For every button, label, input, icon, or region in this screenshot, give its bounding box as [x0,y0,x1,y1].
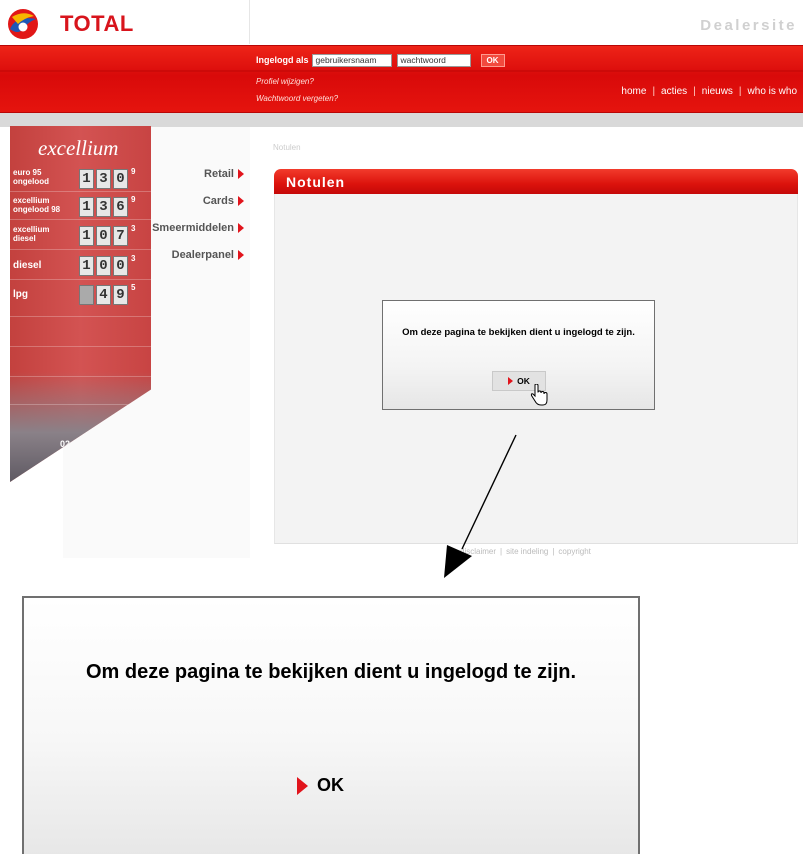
total-logo[interactable]: TOTAL [6,4,134,44]
board-band [10,249,151,250]
arrow-right-icon [238,250,244,260]
digit: 7 [113,226,128,246]
board-band [10,279,151,280]
brand-name: TOTAL [60,11,134,36]
hand-cursor-icon [530,383,548,411]
sidenav-item-label: Smeermiddelen [152,222,234,234]
digit: 0 [113,256,128,276]
board-band [10,376,151,377]
top-nav: home | acties | nieuws | who is who [621,86,797,97]
profile-link[interactable]: Profiel wijzigen? [256,77,314,86]
board-band [10,316,151,317]
price-digits: 1 3 6 9 [79,195,136,217]
zoomed-dialog: Om deze pagina te bekijken dient u ingel… [22,596,640,854]
sidenav-item-label: Dealerpanel [171,249,234,261]
footer-links: disclaimer | site indeling | copyright [460,547,591,556]
dialog-message: Om deze pagina te bekijken dient u ingel… [402,327,635,338]
grey-strip [0,113,803,127]
sidenav-item-retail[interactable]: Retail [152,167,244,181]
sidenav-item-label: Cards [202,195,234,207]
footer-separator: | [500,547,503,556]
nav-separator: | [693,86,696,97]
footer-disclaimer-link[interactable]: disclaimer [460,547,496,556]
board-band [10,219,151,220]
site-title: Dealersite [700,17,797,34]
excellium-logo: excellium [38,136,119,160]
panel-header: Notulen [274,169,798,194]
price-digits: 1 0 0 3 [79,254,136,276]
digit: 1 [79,197,94,217]
zoomed-ok-button[interactable]: OK [297,775,344,796]
fuel-label: excellium diesel [13,225,50,243]
digit [79,285,94,305]
page-title: Notulen [286,174,346,190]
footer-site-indeling-link[interactable]: site indeling [506,547,548,556]
sidenav-item-cards[interactable]: Cards [152,194,244,208]
digit: 3 [96,197,111,217]
price-row: euro 95 ongelood 1 3 0 9 [10,167,151,190]
nav-home[interactable]: home [621,86,646,97]
price-fraction: 9 [131,167,136,176]
price-row: excellium diesel 1 0 7 3 [10,224,151,247]
zoomed-ok-label: OK [317,775,344,795]
price-row: lpg 4 9 5 [10,283,151,306]
arrow-right-icon [508,377,514,385]
login-label: Ingelogd als [256,55,309,65]
digit: 0 [113,169,128,189]
fuel-label: lpg [13,289,28,300]
zoomed-dialog-message: Om deze pagina te bekijken dient u ingel… [85,661,577,683]
price-digits: 4 9 5 [79,283,136,305]
sidenav-item-smeermiddelen[interactable]: Smeermiddelen [152,221,244,235]
nav-separator: | [652,86,656,97]
nav-nieuws[interactable]: nieuws [702,86,733,97]
arrow-right-icon [238,169,244,179]
login-ok-button[interactable]: OK [480,53,505,67]
red-bar-separator [0,70,803,72]
dialog-ok-label: OK [517,376,530,386]
side-nav: Retail Cards Smeermiddelen Dealerpanel [152,167,244,275]
arrow-right-icon [297,776,308,795]
price-digits: 1 3 0 9 [79,167,136,189]
price-row: excellium ongelood 98 1 3 6 9 [10,195,151,218]
footer-separator: | [552,547,555,556]
login-form: Ingelogd als gebruikersnaam wachtwoord O… [256,53,505,67]
digit: 1 [79,226,94,246]
fuel-label: diesel [13,260,42,271]
digit: 9 [113,285,128,305]
header-divider [249,0,250,44]
digit: 6 [113,197,128,217]
nav-separator: | [738,86,742,97]
digit: 3 [96,169,111,189]
price-digits: 1 0 7 3 [79,224,136,246]
digit: 0 [96,226,111,246]
breadcrumb[interactable]: Notulen [273,143,301,152]
price-row: diesel 1 0 0 3 [10,254,151,277]
arrow-right-icon [238,196,244,206]
fuel-label: excellium ongelood 98 [13,196,61,214]
digit: 4 [96,285,111,305]
board-band [10,191,151,192]
price-fraction: 9 [131,195,136,204]
sidenav-item-dealerpanel[interactable]: Dealerpanel [152,248,244,262]
digit: 1 [79,256,94,276]
price-fraction: 5 [131,283,136,292]
forgot-password-link[interactable]: Wachtwoord vergeten? [256,94,338,103]
nav-who-is-who[interactable]: who is who [748,86,797,97]
digit: 1 [79,169,94,189]
board-band [10,346,151,347]
footer-copyright-link[interactable]: copyright [558,547,590,556]
digit: 0 [96,256,111,276]
total-logo-icon [6,7,40,41]
price-fraction: 3 [131,254,136,263]
username-field[interactable]: gebruikersnaam [311,53,392,67]
login-required-dialog: Om deze pagina te bekijken dient u ingel… [382,300,655,410]
price-fraction: 3 [131,224,136,233]
sidenav-item-label: Retail [204,168,234,180]
password-field[interactable]: wachtwoord [396,53,471,67]
arrow-right-icon [238,223,244,233]
fuel-label: euro 95 ongelood [13,168,49,186]
nav-acties[interactable]: acties [661,86,687,97]
